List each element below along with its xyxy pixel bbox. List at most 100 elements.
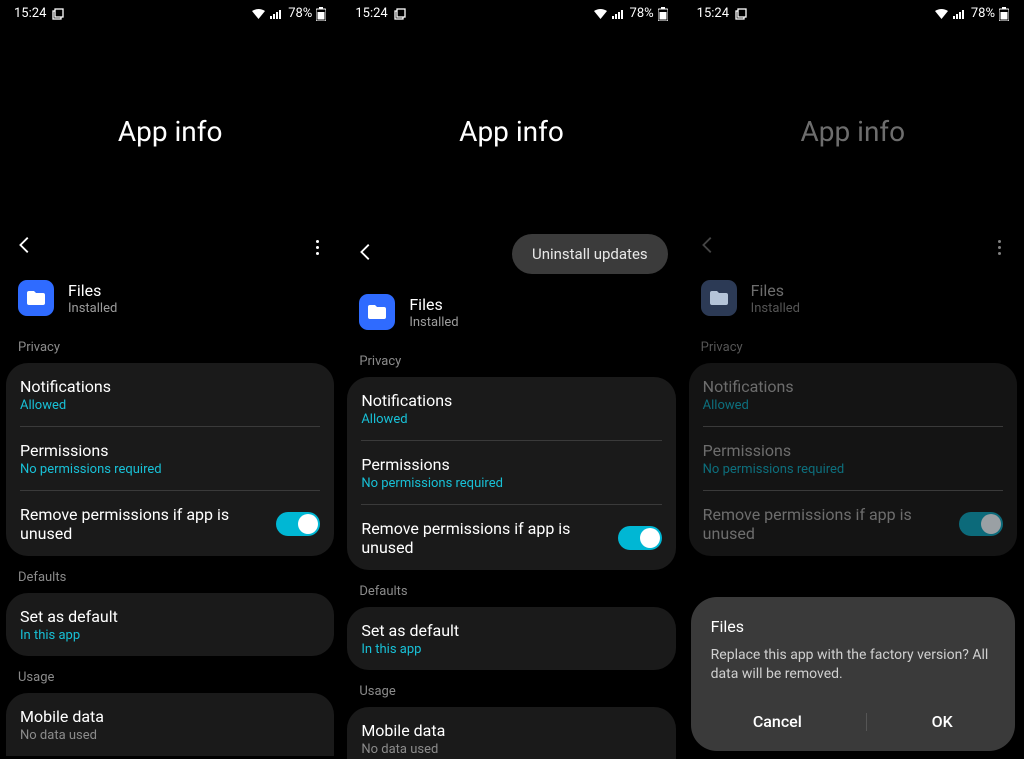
back-button	[697, 234, 719, 260]
screenshot-indicator-icon	[735, 8, 747, 20]
more-vertical-icon	[308, 238, 326, 256]
app-install-status: Installed	[68, 301, 117, 316]
usage-card: Mobile data No data used	[347, 707, 675, 759]
cancel-button[interactable]: Cancel	[733, 706, 822, 737]
signal-icon	[953, 8, 967, 20]
signal-icon	[612, 8, 626, 20]
permissions-title: Permissions	[703, 441, 1003, 460]
wifi-icon	[934, 8, 949, 20]
page-header: App info	[683, 25, 1023, 228]
privacy-card: Notifications Allowed Permissions No per…	[689, 363, 1017, 556]
set-default-title: Set as default	[20, 607, 320, 626]
uninstall-updates-menu-item[interactable]: Uninstall updates	[512, 234, 668, 274]
status-time: 15:24	[14, 6, 46, 21]
app-name: Files	[409, 295, 458, 314]
screen-1: 15:24 78% App info Files Installed Priva…	[0, 0, 341, 759]
app-icon	[701, 280, 737, 316]
wifi-icon	[593, 8, 608, 20]
confirm-dialog: Files Replace this app with the factory …	[691, 597, 1015, 751]
page-title: App info	[0, 115, 340, 148]
status-bar: 15:24 78%	[341, 0, 681, 25]
section-usage-label: Usage	[0, 656, 340, 693]
permissions-status: No permissions required	[703, 462, 1003, 477]
mobile-data-sub: No data used	[20, 728, 320, 743]
app-header-row: Files Installed	[683, 274, 1023, 334]
notifications-status: Allowed	[361, 412, 661, 427]
remove-permissions-row: Remove permissions if app is unused	[689, 491, 1017, 556]
status-time: 15:24	[697, 6, 729, 21]
back-button[interactable]	[14, 234, 36, 260]
page-header: App info	[0, 25, 340, 228]
status-bar: 15:24 78%	[0, 0, 340, 25]
more-vertical-icon	[991, 238, 1009, 256]
mobile-data-title: Mobile data	[20, 707, 320, 726]
remove-permissions-row[interactable]: Remove permissions if app is unused	[6, 491, 334, 556]
battery-icon	[658, 7, 668, 21]
app-install-status: Installed	[751, 301, 800, 316]
remove-permissions-row[interactable]: Remove permissions if app is unused	[347, 505, 675, 570]
chevron-left-icon	[355, 241, 377, 263]
page-title: App info	[683, 115, 1023, 148]
notifications-row[interactable]: Notifications Allowed	[6, 363, 334, 426]
app-header-row[interactable]: Files Installed	[0, 274, 340, 334]
screenshot-indicator-icon	[52, 8, 64, 20]
set-default-title: Set as default	[361, 621, 661, 640]
app-name: Files	[751, 281, 800, 300]
toolbar	[0, 228, 340, 274]
screen-3: 15:24 78% App info Files Installed Priva…	[683, 0, 1024, 759]
section-defaults-label: Defaults	[0, 556, 340, 593]
dialog-title: Files	[711, 617, 995, 636]
permissions-title: Permissions	[20, 441, 320, 460]
mobile-data-title: Mobile data	[361, 721, 661, 740]
mobile-data-row[interactable]: Mobile data No data used	[6, 693, 334, 756]
app-header-row[interactable]: Files Installed	[341, 288, 681, 348]
permissions-row[interactable]: Permissions No permissions required	[6, 427, 334, 490]
status-battery-text: 78%	[630, 6, 654, 21]
remove-permissions-title: Remove permissions if app is unused	[361, 519, 605, 557]
dialog-actions: Cancel OK	[711, 706, 995, 737]
permissions-status: No permissions required	[361, 476, 661, 491]
privacy-card: Notifications Allowed Permissions No per…	[6, 363, 334, 556]
section-privacy-label: Privacy	[0, 334, 340, 363]
dialog-message: Replace this app with the factory versio…	[711, 646, 995, 684]
mobile-data-sub: No data used	[361, 742, 661, 757]
status-battery-text: 78%	[971, 6, 995, 21]
page-header: App info	[341, 25, 681, 228]
mobile-data-row[interactable]: Mobile data No data used	[347, 707, 675, 759]
wifi-icon	[251, 8, 266, 20]
notifications-row: Notifications Allowed	[689, 363, 1017, 426]
folder-icon	[709, 290, 729, 306]
set-default-sub: In this app	[20, 628, 320, 643]
remove-permissions-toggle[interactable]	[276, 512, 320, 536]
notifications-title: Notifications	[20, 377, 320, 396]
permissions-row[interactable]: Permissions No permissions required	[347, 441, 675, 504]
status-battery-text: 78%	[288, 6, 312, 21]
divider	[866, 713, 867, 731]
section-defaults-label: Defaults	[341, 570, 681, 607]
defaults-card: Set as default In this app	[6, 593, 334, 656]
section-usage-label: Usage	[341, 670, 681, 707]
back-button[interactable]	[355, 241, 377, 267]
screenshot-indicator-icon	[394, 8, 406, 20]
ok-button[interactable]: OK	[912, 706, 973, 737]
screen-2: 15:24 78% App info Uninstall updates Fil…	[341, 0, 682, 759]
remove-permissions-title: Remove permissions if app is unused	[703, 505, 947, 543]
signal-icon	[270, 8, 284, 20]
remove-permissions-toggle[interactable]	[618, 526, 662, 550]
toolbar	[683, 228, 1023, 274]
app-icon	[359, 294, 395, 330]
battery-icon	[999, 7, 1009, 21]
remove-permissions-toggle	[959, 512, 1003, 536]
set-default-row[interactable]: Set as default In this app	[347, 607, 675, 670]
notifications-row[interactable]: Notifications Allowed	[347, 377, 675, 440]
set-default-row[interactable]: Set as default In this app	[6, 593, 334, 656]
app-name: Files	[68, 281, 117, 300]
defaults-card: Set as default In this app	[347, 607, 675, 670]
notifications-title: Notifications	[361, 391, 661, 410]
overflow-menu-button[interactable]	[308, 238, 326, 256]
usage-card: Mobile data No data used	[6, 693, 334, 756]
permissions-title: Permissions	[361, 455, 661, 474]
battery-icon	[316, 7, 326, 21]
folder-icon	[26, 290, 46, 306]
status-time: 15:24	[355, 6, 387, 21]
